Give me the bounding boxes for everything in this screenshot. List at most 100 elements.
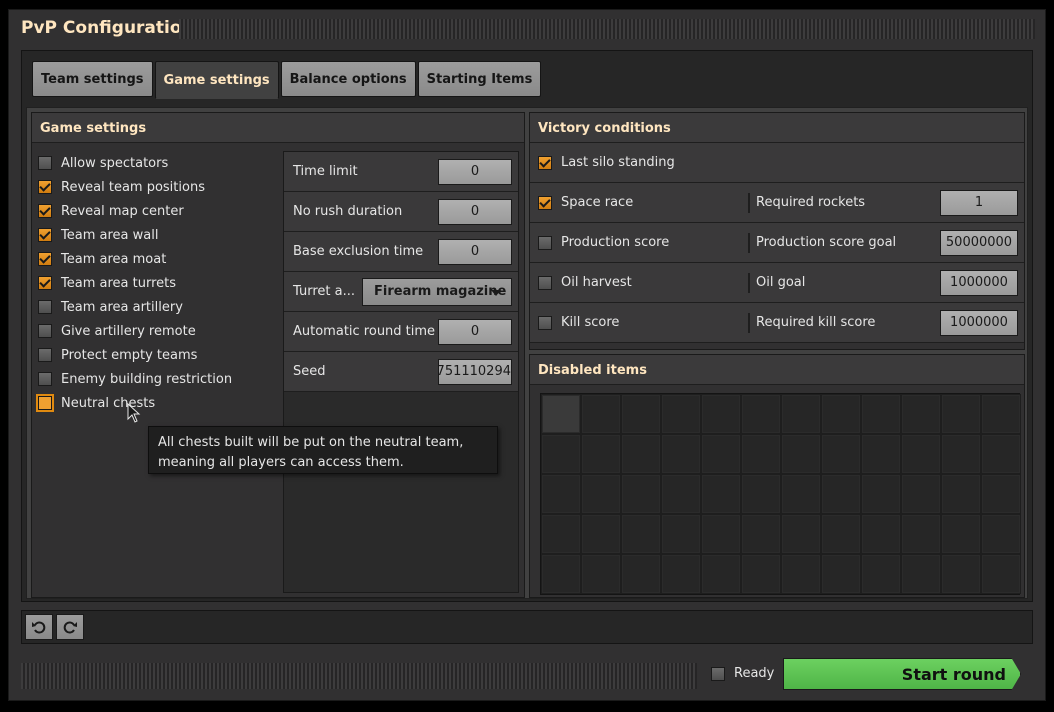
option-protect-empty-teams[interactable]: Protect empty teams	[38, 343, 278, 367]
option-give-artillery-remote[interactable]: Give artillery remote	[38, 319, 278, 343]
seed-input[interactable]: 2751110294	[438, 358, 512, 385]
tab-team-settings[interactable]: Team settings	[32, 61, 153, 97]
item-slot[interactable]	[541, 514, 581, 554]
item-slot[interactable]	[741, 434, 781, 474]
item-slot[interactable]	[981, 554, 1021, 594]
item-slot[interactable]	[901, 394, 941, 434]
turret-ammo-dropdown[interactable]: Firearm magazine	[362, 277, 512, 306]
item-slot[interactable]	[661, 514, 701, 554]
item-slot[interactable]	[861, 474, 901, 514]
item-slot[interactable]	[781, 474, 821, 514]
item-slot[interactable]	[981, 514, 1021, 554]
item-slot[interactable]	[621, 394, 661, 434]
item-slot[interactable]	[821, 394, 861, 434]
item-slot[interactable]	[901, 474, 941, 514]
option-allow-spectators[interactable]: Allow spectators	[38, 151, 278, 175]
item-slot[interactable]	[981, 434, 1021, 474]
tab-game-settings[interactable]: Game settings	[154, 61, 279, 99]
item-slot[interactable]	[821, 554, 861, 594]
item-slot[interactable]	[781, 554, 821, 594]
item-slot[interactable]	[621, 474, 661, 514]
item-slot[interactable]	[621, 434, 661, 474]
option-team-area-artillery[interactable]: Team area artillery	[38, 295, 278, 319]
item-slot[interactable]	[661, 474, 701, 514]
title-bar[interactable]: PvP Configuration	[9, 10, 1045, 48]
option-reveal-map-center[interactable]: Reveal map center	[38, 199, 278, 223]
item-slot[interactable]	[701, 514, 741, 554]
time-limit-input[interactable]: 0	[438, 158, 512, 185]
checkbox[interactable]	[538, 235, 552, 250]
item-slot[interactable]	[541, 434, 581, 474]
item-slot[interactable]	[701, 474, 741, 514]
required-rockets-input[interactable]: 1	[940, 189, 1018, 216]
item-slot[interactable]	[861, 514, 901, 554]
automatic-round-time-input[interactable]: 0	[438, 318, 512, 345]
item-slot[interactable]	[541, 474, 581, 514]
checkbox[interactable]	[538, 275, 552, 290]
checkbox[interactable]	[38, 180, 52, 194]
redo-button[interactable]	[56, 614, 84, 640]
item-slot[interactable]	[701, 394, 741, 434]
item-slot[interactable]	[581, 514, 621, 554]
checkbox[interactable]	[38, 300, 52, 314]
checkbox[interactable]	[38, 156, 52, 170]
item-slot[interactable]	[901, 434, 941, 474]
item-slot[interactable]	[541, 394, 581, 434]
checkbox[interactable]	[38, 372, 52, 386]
item-slot[interactable]	[821, 474, 861, 514]
oil-goal-input[interactable]: 1000000	[940, 269, 1018, 296]
item-slot[interactable]	[621, 554, 661, 594]
option-enemy-building-restriction[interactable]: Enemy building restriction	[38, 367, 278, 391]
no-rush-duration-input[interactable]: 0	[438, 198, 512, 225]
item-slot[interactable]	[981, 394, 1021, 434]
ready-toggle[interactable]: Ready	[711, 666, 774, 681]
option-neutral-chests[interactable]: Neutral chests	[36, 391, 278, 415]
checkbox[interactable]	[38, 276, 52, 290]
item-slot[interactable]	[941, 474, 981, 514]
item-slot[interactable]	[901, 554, 941, 594]
option-team-area-moat[interactable]: Team area moat	[38, 247, 278, 271]
undo-button[interactable]	[25, 614, 53, 640]
item-slot[interactable]	[701, 434, 741, 474]
item-slot[interactable]	[621, 514, 661, 554]
tab-starting-items[interactable]: Starting Items	[417, 61, 542, 97]
checkbox[interactable]	[38, 252, 52, 266]
required-kill-score-input[interactable]: 1000000	[940, 309, 1018, 336]
checkbox[interactable]	[38, 204, 52, 218]
item-slot[interactable]	[701, 554, 741, 594]
item-slot[interactable]	[941, 434, 981, 474]
checkbox[interactable]	[38, 324, 52, 338]
checkbox[interactable]	[38, 348, 52, 362]
item-slot[interactable]	[821, 434, 861, 474]
checkbox[interactable]	[538, 195, 552, 210]
item-slot[interactable]	[581, 554, 621, 594]
ready-checkbox[interactable]	[711, 666, 725, 681]
item-slot[interactable]	[861, 394, 901, 434]
item-slot[interactable]	[981, 474, 1021, 514]
item-slot[interactable]	[781, 394, 821, 434]
item-slot[interactable]	[661, 554, 701, 594]
checkbox[interactable]	[36, 394, 54, 412]
item-slot[interactable]	[661, 434, 701, 474]
item-slot[interactable]	[581, 434, 621, 474]
item-slot[interactable]	[741, 474, 781, 514]
item-slot[interactable]	[741, 394, 781, 434]
item-slot[interactable]	[581, 394, 621, 434]
item-slot[interactable]	[661, 394, 701, 434]
item-slot[interactable]	[821, 514, 861, 554]
item-slot[interactable]	[861, 434, 901, 474]
item-slot[interactable]	[741, 514, 781, 554]
start-round-button[interactable]: Start round	[783, 658, 1021, 690]
item-slot[interactable]	[581, 474, 621, 514]
option-team-area-turrets[interactable]: Team area turrets	[38, 271, 278, 295]
item-slot[interactable]	[941, 394, 981, 434]
option-reveal-team-positions[interactable]: Reveal team positions	[38, 175, 278, 199]
item-slot[interactable]	[781, 434, 821, 474]
item-slot[interactable]	[901, 514, 941, 554]
item-slot[interactable]	[541, 554, 581, 594]
item-slot[interactable]	[941, 514, 981, 554]
checkbox[interactable]	[538, 315, 552, 330]
drag-handle[interactable]	[21, 663, 697, 689]
option-team-area-wall[interactable]: Team area wall	[38, 223, 278, 247]
item-slot[interactable]	[781, 514, 821, 554]
